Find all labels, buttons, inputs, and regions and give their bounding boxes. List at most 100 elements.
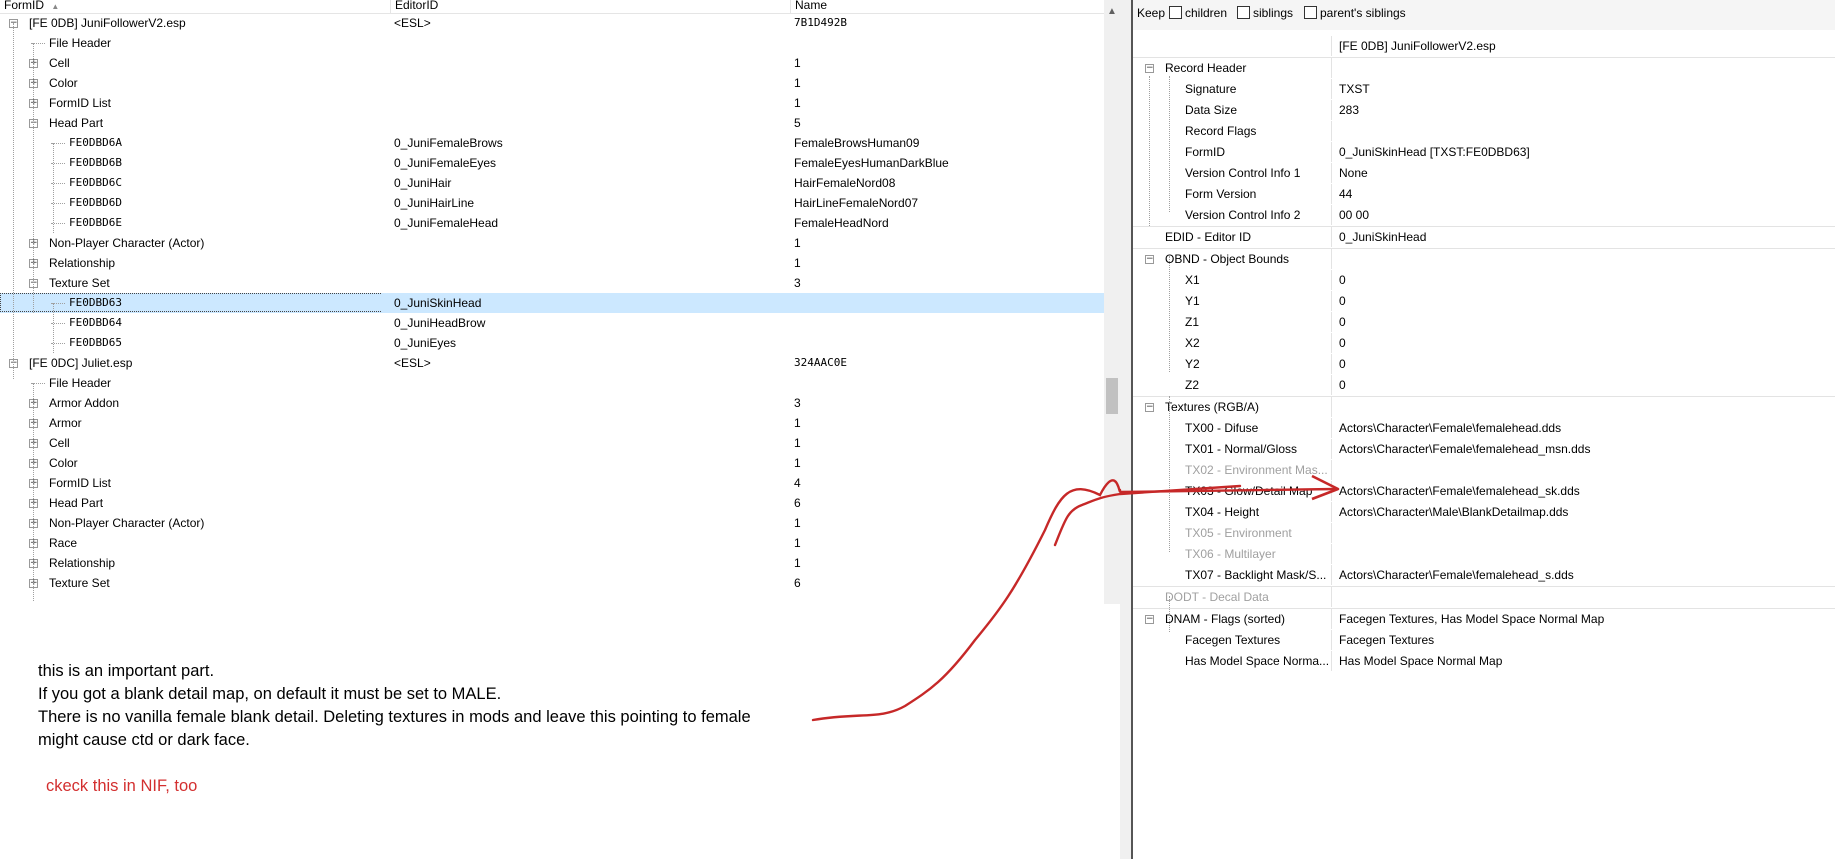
group-name: Color — [49, 456, 78, 470]
tree-row-record[interactable]: FE0DBD6A 0_JuniFemaleBrows FemaleBrowsHu… — [0, 133, 1104, 153]
formid-cell: FE0DBD64 — [69, 316, 122, 329]
field-value: 0 — [1339, 273, 1346, 287]
tree-row[interactable]: + Cell 1 — [0, 53, 1104, 73]
record-row-texture[interactable]: TX00 - Difuse Actors\Character\Female\fem… — [1133, 418, 1835, 439]
record-row-group[interactable]: − Textures (RGB/A) — [1133, 396, 1835, 418]
group-name: Cell — [49, 436, 70, 450]
tree-row[interactable]: + Head Part 6 — [0, 493, 1104, 513]
record-row[interactable]: Has Model Space Norma... Has Model Space … — [1133, 651, 1835, 672]
column-name-label: Name — [795, 0, 828, 12]
column-name[interactable]: Name — [790, 0, 1104, 13]
formid-cell: FE0DBD6C — [69, 176, 122, 189]
checkbox-icon[interactable] — [1304, 6, 1317, 19]
record-row-editor-id[interactable]: EDID - Editor ID 0_JuniSkinHead — [1133, 226, 1835, 248]
tree-row[interactable]: + Armor Addon 3 — [0, 393, 1104, 413]
record-row-texture-height[interactable]: TX04 - Height Actors\Character\Male\Blank… — [1133, 502, 1835, 523]
column-formid[interactable]: FormID ▲ — [0, 0, 390, 13]
tree-row-plugin[interactable]: − [FE 0DC] Juliet.esp <ESL> 324AAC0E — [0, 353, 1104, 373]
column-editorid[interactable]: EditorID — [390, 0, 790, 13]
checkbox-icon[interactable] — [1169, 6, 1182, 19]
tree-row[interactable]: + Non-Player Character (Actor) 1 — [0, 513, 1104, 533]
record-row-texture[interactable]: TX01 - Normal/Gloss Actors\Character\Fema… — [1133, 439, 1835, 460]
collapse-icon[interactable]: − — [1145, 403, 1154, 412]
tree-row[interactable]: + Armor 1 — [0, 413, 1104, 433]
keep-siblings-checkbox[interactable]: siblings — [1237, 6, 1293, 20]
tree-vertical-scrollbar[interactable]: ▲ — [1104, 0, 1120, 604]
scrollbar-thumb[interactable] — [1106, 378, 1118, 414]
count-cell: 1 — [794, 456, 801, 470]
tree-row[interactable]: File Header — [0, 373, 1104, 393]
collapse-icon[interactable]: − — [1145, 615, 1154, 624]
record-row[interactable]: Z1 0 — [1133, 312, 1835, 333]
field-name: TX01 - Normal/Gloss — [1185, 442, 1298, 456]
tree-row-record[interactable]: FE0DBD6D 0_JuniHairLine HairLineFemaleNo… — [0, 193, 1104, 213]
record-row[interactable]: X1 0 — [1133, 270, 1835, 291]
tree-row[interactable]: + Texture Set 6 — [0, 573, 1104, 593]
tree-row[interactable]: − Texture Set 3 — [0, 273, 1104, 293]
tree-row[interactable]: + FormID List 4 — [0, 473, 1104, 493]
tree-row[interactable]: + Non-Player Character (Actor) 1 — [0, 233, 1104, 253]
tree-row-record[interactable]: FE0DBD6C 0_JuniHair HairFemaleNord08 — [0, 173, 1104, 193]
field-name: Version Control Info 2 — [1185, 208, 1301, 222]
tree-row-record[interactable]: FE0DBD6E 0_JuniFemaleHead FemaleHeadNord — [0, 213, 1104, 233]
record-view-pane[interactable]: Keep children siblings parent's siblings… — [1133, 0, 1835, 859]
record-row[interactable]: Y2 0 — [1133, 354, 1835, 375]
record-row-texture[interactable]: TX07 - Backlight Mask/S... Actors\Charact… — [1133, 565, 1835, 586]
field-value — [1339, 523, 1829, 543]
tree-row-record-selected[interactable]: FE0DBD63 0_JuniSkinHead — [0, 293, 1104, 313]
record-row-texture[interactable]: TX06 - Multilayer — [1133, 544, 1835, 565]
field-value: Facegen Textures — [1339, 633, 1435, 647]
field-name: EDID - Editor ID — [1165, 230, 1252, 244]
record-row[interactable]: Data Size 283 — [1133, 100, 1835, 121]
tree-row-plugin[interactable]: − [FE 0DB] JuniFollowerV2.esp <ESL> 7B1D4… — [0, 13, 1104, 33]
tree-row[interactable]: + Relationship 1 — [0, 253, 1104, 273]
count-cell: 1 — [794, 516, 801, 530]
formid-cell: FE0DBD65 — [69, 336, 122, 349]
record-row-plugin-header[interactable]: [FE 0DB] JuniFollowerV2.esp — [1133, 36, 1835, 57]
tree-row[interactable]: + Race 1 — [0, 533, 1104, 553]
field-name: Record Flags — [1185, 124, 1257, 138]
record-row[interactable]: Facegen Textures Facegen Textures — [1133, 630, 1835, 651]
count-cell: 4 — [794, 476, 801, 490]
field-name: Has Model Space Norma... — [1185, 654, 1330, 668]
record-row[interactable]: Z2 0 — [1133, 375, 1835, 396]
record-row-texture[interactable]: TX05 - Environment — [1133, 523, 1835, 544]
tree-row[interactable]: + Cell 1 — [0, 433, 1104, 453]
formid-cell: FE0DBD6A — [69, 136, 122, 149]
tree-row-record[interactable]: FE0DBD64 0_JuniHeadBrow — [0, 313, 1104, 333]
record-row-group[interactable]: − OBND - Object Bounds — [1133, 248, 1835, 270]
record-row-group[interactable]: − DNAM - Flags (sorted) Facegen Textures, … — [1133, 608, 1835, 630]
collapse-icon[interactable]: − — [1145, 64, 1154, 73]
record-row[interactable]: Signature TXST — [1133, 79, 1835, 100]
tree-row[interactable]: File Header — [0, 33, 1104, 53]
field-value: 0 — [1339, 336, 1346, 350]
field-name: TX02 - Environment Mas... — [1185, 463, 1328, 477]
tree-row[interactable]: + Relationship 1 — [0, 553, 1104, 573]
checkbox-label: siblings — [1253, 6, 1294, 20]
tree-row[interactable]: + FormID List 1 — [0, 93, 1104, 113]
tree-connector — [1169, 396, 1170, 552]
record-row[interactable]: Y1 0 — [1133, 291, 1835, 312]
record-row[interactable]: X2 0 — [1133, 333, 1835, 354]
keep-parents-siblings-checkbox[interactable]: parent's siblings — [1304, 6, 1406, 20]
record-row[interactable]: Form Version 44 — [1133, 184, 1835, 205]
record-row-group[interactable]: − Record Header — [1133, 57, 1835, 79]
scroll-up-arrow-icon[interactable]: ▲ — [1107, 6, 1117, 17]
record-row-texture[interactable]: TX02 - Environment Mas... — [1133, 460, 1835, 481]
keep-children-checkbox[interactable]: children — [1169, 6, 1227, 20]
record-row[interactable]: FormID 0_JuniSkinHead [TXST:FE0DBD63] — [1133, 142, 1835, 163]
record-row[interactable]: Version Control Info 1 None — [1133, 163, 1835, 184]
tree-row[interactable]: + Color 1 — [0, 73, 1104, 93]
tree-row-record[interactable]: FE0DBD65 0_JuniEyes — [0, 333, 1104, 353]
record-tree-pane[interactable]: FormID ▲ EditorID Name − [FE 0DB] JuniFol… — [0, 0, 1120, 604]
tree-row[interactable]: + Color 1 — [0, 453, 1104, 473]
record-row[interactable]: Record Flags — [1133, 121, 1835, 142]
record-row[interactable]: Version Control Info 2 00 00 — [1133, 205, 1835, 226]
tree-row-record[interactable]: FE0DBD6B 0_JuniFemaleEyes FemaleEyesHuma… — [0, 153, 1104, 173]
tree-row[interactable]: − Head Part 5 — [0, 113, 1104, 133]
collapse-icon[interactable]: − — [1145, 255, 1154, 264]
checkbox-icon[interactable] — [1237, 6, 1250, 19]
record-row-texture[interactable]: TX03 - Glow/Detail Map Actors\Character\F… — [1133, 481, 1835, 502]
name-cell: HairLineFemaleNord07 — [794, 196, 919, 210]
record-row-decal[interactable]: DODT - Decal Data — [1133, 586, 1835, 608]
